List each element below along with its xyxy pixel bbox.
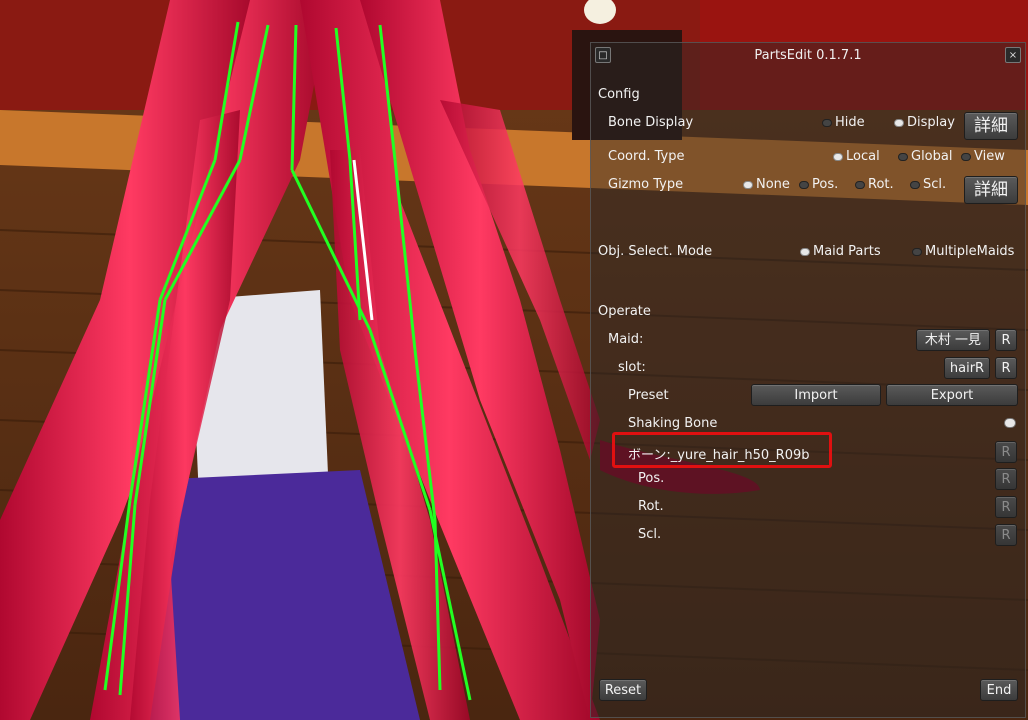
radio-selected-icon [800,247,810,256]
shaking-bone-toggle[interactable] [1004,418,1016,428]
config-header: Config [598,87,640,102]
gizmo-type-label: Gizmo Type [608,177,684,192]
radio-icon [822,118,832,127]
coord-type-label: Coord. Type [608,149,685,164]
radio-selected-icon [833,152,843,161]
gizmo-none-radio[interactable]: None [743,177,790,192]
bone-display-hide-radio[interactable]: Hide [822,115,865,130]
bone-display-display-radio[interactable]: Display [894,115,955,130]
multiple-maids-radio[interactable]: MultipleMaids [912,244,1014,259]
radio-icon [910,180,920,189]
coord-view-radio[interactable]: View [961,149,1005,164]
maid-select-button[interactable]: 木村 一見 [916,329,990,351]
maid-label: Maid: [608,332,644,347]
radio-icon [799,180,809,189]
window-title: PartsEdit 0.1.7.1 [754,48,862,63]
slot-reset-button[interactable]: R [995,357,1017,379]
bone-reset-button[interactable]: R [995,441,1017,463]
export-button[interactable]: Export [886,384,1018,406]
partsedit-window: □ PartsEdit 0.1.7.1 × [590,42,1026,718]
title-bar[interactable]: □ PartsEdit 0.1.7.1 × [591,43,1025,69]
maid-parts-radio[interactable]: Maid Parts [800,244,881,259]
import-button[interactable]: Import [751,384,881,406]
operate-header: Operate [598,304,651,319]
gizmo-rot-radio[interactable]: Rot. [855,177,894,192]
scl-label: Scl. [638,527,662,542]
radio-selected-icon [894,118,904,127]
gizmo-scl-radio[interactable]: Scl. [910,177,946,192]
reset-button[interactable]: Reset [599,679,647,701]
bone-highlight-box [612,432,832,468]
radio-icon [898,152,908,161]
obj-select-label: Obj. Select. Mode [598,244,713,259]
radio-icon [912,247,922,256]
coord-local-radio[interactable]: Local [833,149,880,164]
shaking-bone-label: Shaking Bone [628,416,718,431]
end-button[interactable]: End [980,679,1018,701]
gizmo-detail-button[interactable]: 詳細 [964,176,1018,204]
coord-global-radio[interactable]: Global [898,149,952,164]
slot-select-button[interactable]: hairR [944,357,990,379]
pos-label: Pos. [638,471,665,486]
radio-icon [961,152,971,161]
close-button[interactable]: × [1005,47,1021,63]
radio-selected-icon [743,180,753,189]
rot-label: Rot. [638,499,664,514]
slot-label: slot: [618,360,646,375]
radio-icon [855,180,865,189]
maid-reset-button[interactable]: R [995,329,1017,351]
bone-display-detail-button[interactable]: 詳細 [964,112,1018,140]
preset-label: Preset [628,388,669,403]
bone-display-label: Bone Display [608,115,694,130]
pos-reset-button[interactable]: R [995,468,1017,490]
rot-reset-button[interactable]: R [995,496,1017,518]
gizmo-pos-radio[interactable]: Pos. [799,177,838,192]
scl-reset-button[interactable]: R [995,524,1017,546]
